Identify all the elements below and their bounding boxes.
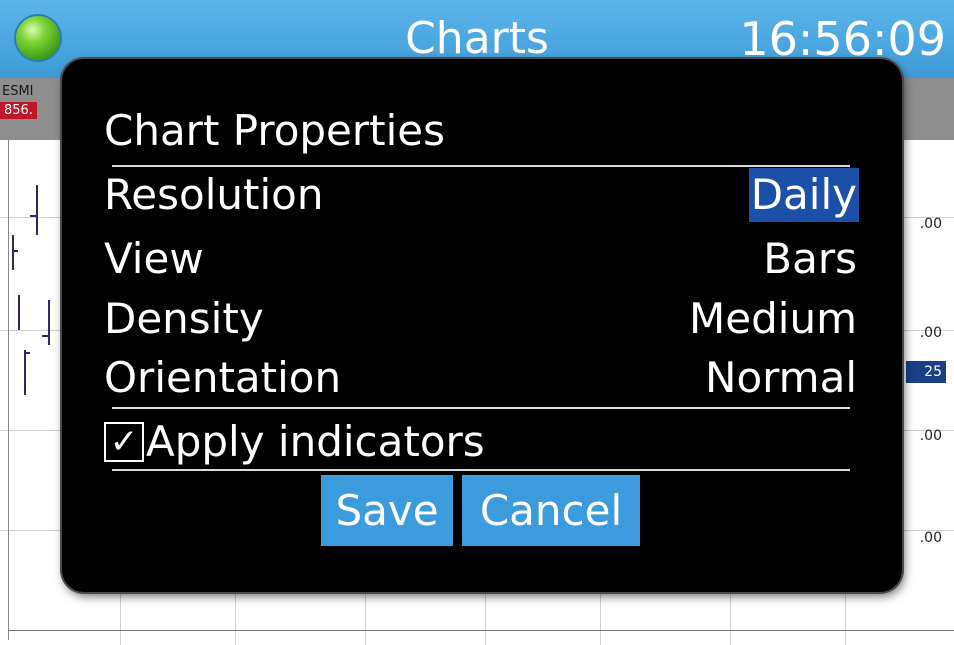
resolution-label: Resolution	[104, 170, 324, 219]
grid-line	[120, 590, 121, 645]
price-bar	[36, 185, 38, 235]
clock: 16:56:09	[739, 12, 946, 66]
grid-line	[845, 590, 846, 645]
setting-row-resolution[interactable]: Resolution Daily	[104, 168, 859, 222]
grid-line	[235, 590, 236, 645]
axis-tick-label: .00	[919, 530, 942, 546]
price-bar	[48, 300, 50, 345]
axis-tick-label: .00	[919, 216, 942, 232]
grid-line	[365, 590, 366, 645]
price-badge: 856.	[0, 102, 37, 119]
setting-row-orientation[interactable]: Orientation Normal	[104, 351, 859, 405]
axis-tick-label: .00	[919, 325, 942, 341]
orientation-label: Orientation	[104, 353, 342, 402]
price-bar-tick	[24, 352, 30, 354]
grid-line	[485, 590, 486, 645]
chart-left-axis	[8, 140, 9, 640]
view-label: View	[104, 234, 204, 283]
divider	[112, 165, 850, 167]
price-bar-tick	[30, 215, 36, 217]
setting-row-view[interactable]: View Bars	[104, 232, 859, 286]
symbol-label: ESMI	[2, 84, 34, 99]
chart-bottom-axis	[8, 630, 954, 631]
chart-properties-dialog: Chart Properties Resolution Daily View B…	[62, 59, 902, 592]
apply-indicators-option[interactable]: ✓ Apply indicators	[104, 417, 485, 467]
current-price-marker: 25	[906, 361, 946, 383]
resolution-value[interactable]: Daily	[748, 168, 859, 222]
cancel-button[interactable]: Cancel	[462, 475, 640, 546]
orientation-value[interactable]: Normal	[703, 351, 859, 405]
view-value[interactable]: Bars	[761, 232, 859, 286]
setting-row-density[interactable]: Density Medium	[104, 292, 859, 346]
price-bar-tick	[42, 335, 48, 337]
axis-tick-label: .00	[919, 428, 942, 444]
dialog-title: Chart Properties	[104, 106, 446, 155]
grid-line	[730, 590, 731, 645]
grid-line	[600, 590, 601, 645]
density-value[interactable]: Medium	[687, 292, 859, 346]
checkbox-checked-icon[interactable]: ✓	[104, 421, 144, 462]
price-bar	[12, 235, 14, 270]
save-button[interactable]: Save	[321, 475, 453, 546]
divider	[112, 469, 850, 471]
density-label: Density	[104, 294, 264, 343]
divider	[112, 407, 850, 409]
price-bar	[18, 295, 20, 330]
price-bar	[24, 350, 26, 395]
apply-indicators-label: Apply indicators	[146, 417, 485, 466]
price-bar-tick	[12, 250, 18, 252]
